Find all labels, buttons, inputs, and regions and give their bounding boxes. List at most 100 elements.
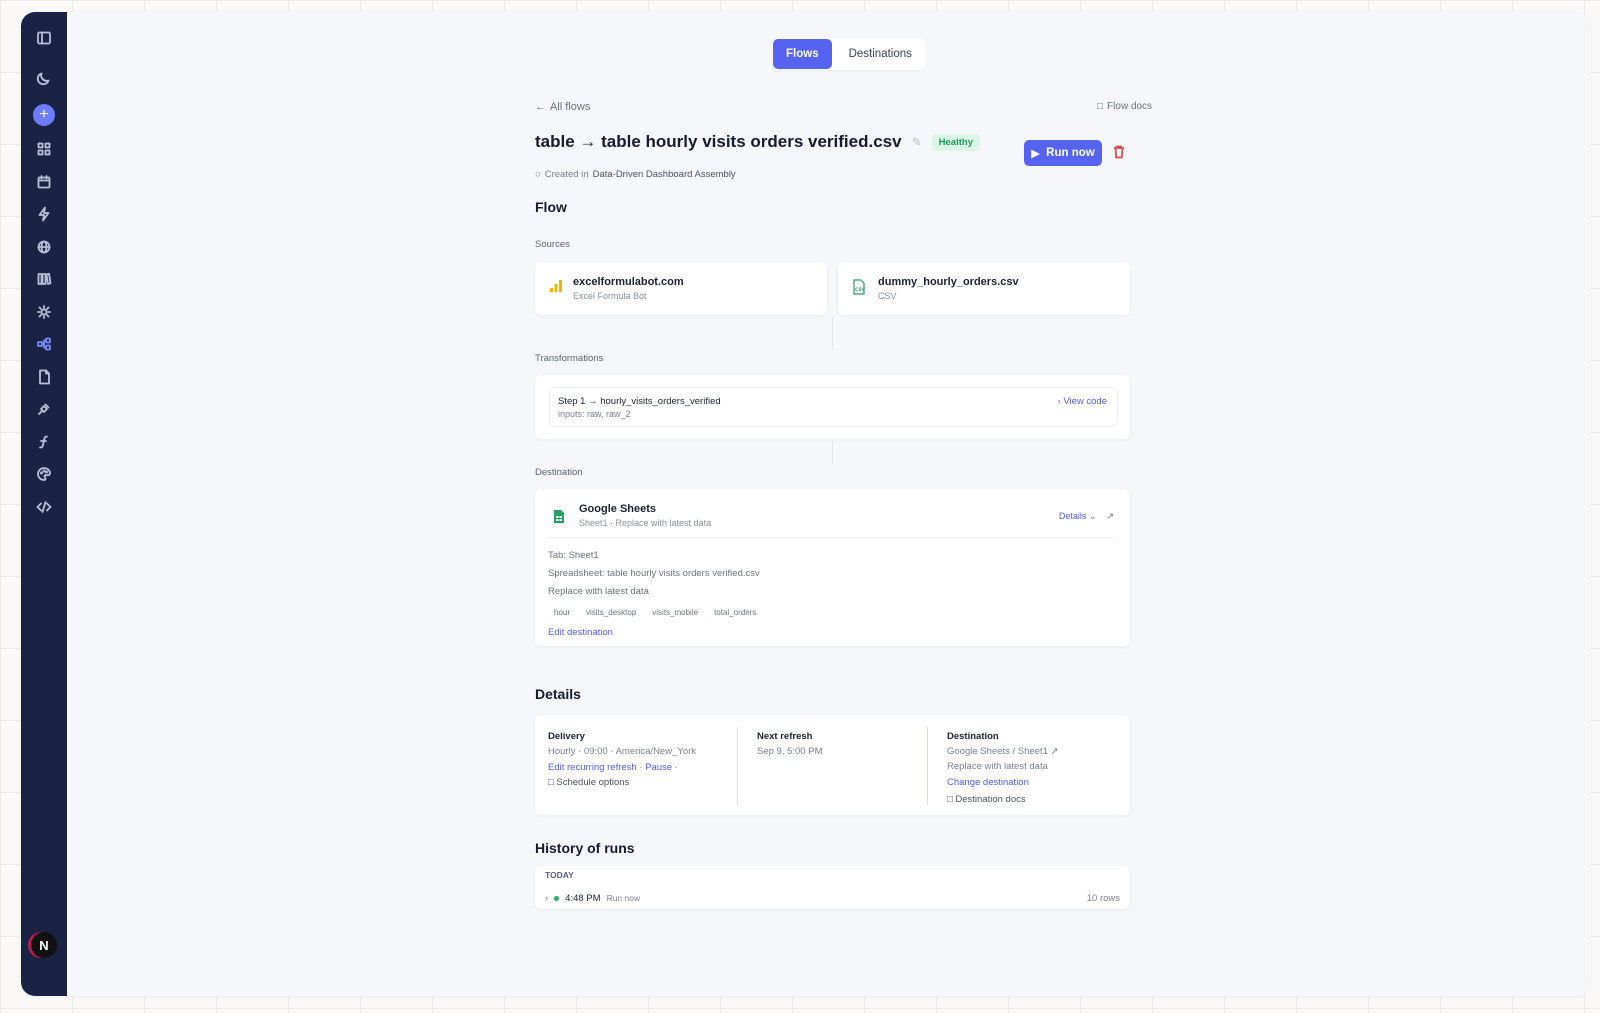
transformation-step[interactable]: Step 1 → hourly_visits_orders_verified i… [549, 387, 1118, 427]
pencil-icon[interactable]: ✎ [912, 135, 922, 149]
status-badge: Healthy [931, 133, 980, 151]
book-icon: □ [1097, 101, 1104, 112]
column-divider [927, 727, 928, 805]
pause-link[interactable]: Pause [645, 762, 672, 773]
sidebar: + N [21, 12, 67, 996]
details-heading: Details [535, 686, 581, 702]
flows-icon[interactable] [32, 332, 56, 356]
history-card: TODAY › 4:48 PM Run now 10 rows [535, 866, 1130, 909]
table-row[interactable]: › 4:48 PM Run now 10 rows [545, 890, 1120, 906]
column-chip: total_orders [714, 608, 757, 617]
delivery-column: Delivery Hourly · 09:00 · America/New_Yo… [548, 731, 697, 790]
avatar-initial: N [39, 937, 49, 953]
globe-icon[interactable] [32, 235, 56, 259]
source-card-excelformulabot[interactable]: excelformulabot.com Excel Formula Bot [535, 262, 827, 315]
destination-value: Google Sheets / Sheet1 [947, 746, 1048, 757]
step-title: Step 1 → hourly_visits_orders_verified [558, 396, 721, 407]
plus-icon: + [39, 106, 49, 123]
function-icon[interactable] [32, 430, 56, 454]
destination-name: Google Sheets [579, 503, 657, 515]
flow-connector [832, 440, 833, 464]
flow-docs-link[interactable]: □ Flow docs [1097, 101, 1152, 112]
arrow-left-icon: ← [535, 101, 546, 113]
grid-icon[interactable] [32, 137, 56, 161]
created-prefix: Created in [544, 169, 589, 180]
flow-connector [832, 316, 833, 350]
bar-chart-icon [550, 280, 562, 292]
chevron-down-icon: ⌄ [1088, 511, 1097, 521]
destination-label: Destination [535, 467, 583, 478]
app-window: + N Flows Destinations ← All flows □ Flo… [21, 12, 1591, 996]
palette-icon[interactable] [32, 462, 56, 486]
tab-bar: Flows Destinations [772, 38, 926, 70]
delivery-schedule: Hourly · 09:00 · America/New_York [548, 746, 697, 757]
user-avatar[interactable]: N [31, 932, 57, 958]
all-flows-link[interactable]: ← All flows [535, 101, 590, 113]
chevron-right-icon: › [1057, 396, 1061, 407]
details-label: Details [1058, 511, 1087, 521]
lightning-icon[interactable] [32, 202, 56, 226]
calendar-icon[interactable] [32, 170, 56, 194]
destination-head: Destination [947, 731, 999, 742]
page-title: table → table hourly visits orders verif… [535, 132, 902, 151]
run-rows: 10 rows [1086, 892, 1120, 904]
trash-icon[interactable] [1113, 145, 1127, 161]
flow-docs-label: Flow docs [1107, 101, 1153, 112]
chevron-right-icon[interactable]: › [545, 893, 548, 904]
csv-file-icon: CSV [853, 279, 866, 295]
run-trigger: Run now [606, 893, 641, 903]
column-chips: hour visits_desktop visits_mobile total_ord… [548, 602, 766, 624]
column-chip: visits_desktop [586, 608, 637, 617]
schedule-options-link[interactable]: □ Schedule options [548, 775, 696, 790]
external-link-icon[interactable]: ↗ [1106, 511, 1114, 522]
flow-heading: Flow [535, 199, 567, 215]
destination-docs-link[interactable]: □ Destination docs [947, 792, 1059, 807]
change-destination-link[interactable]: Change destination [947, 775, 1059, 790]
details-card: Delivery Hourly · 09:00 · America/New_Yo… [535, 715, 1130, 815]
delivery-head: Delivery [548, 731, 585, 742]
tab-destinations[interactable]: Destinations [836, 39, 925, 69]
source-name: dummy_hourly_orders.csv [878, 276, 1019, 288]
created-workspace: Data-Driven Dashboard Assembly [592, 169, 736, 180]
plug-icon[interactable] [32, 397, 56, 421]
view-code-link[interactable]: › View code [1058, 396, 1107, 407]
moon-icon[interactable] [32, 66, 56, 90]
edit-recurring-refresh-link[interactable]: Edit recurring refresh [548, 762, 637, 773]
details-dropdown[interactable]: Details ⌄ [1059, 511, 1097, 522]
column-chip: visits_mobile [652, 608, 699, 617]
destination-docs-label: Destination docs [955, 794, 1026, 805]
destination-card: Google Sheets Sheet1 · Replace with late… [535, 489, 1130, 646]
external-link-icon[interactable]: ↗ [1051, 746, 1059, 757]
bug-icon[interactable] [32, 300, 56, 324]
book-icon: □ [947, 794, 953, 805]
destination-column: Destination Google Sheets / Sheet1 ↗ Rep… [947, 729, 1059, 807]
source-type: Excel Formula Bot [573, 291, 647, 301]
source-type: CSV [878, 291, 897, 301]
code-icon[interactable] [32, 495, 56, 519]
status-dot [554, 895, 560, 901]
next-refresh-column: Next refresh Sep 9, 5:00 PM [757, 729, 822, 759]
library-icon[interactable] [32, 267, 56, 291]
pdf-icon[interactable] [32, 365, 56, 389]
tab-flows[interactable]: Flows [773, 39, 832, 69]
source-card-csv[interactable]: CSV dummy_hourly_orders.csv CSV [838, 262, 1130, 315]
next-refresh-value: Sep 9, 5:00 PM [757, 746, 823, 757]
destination-mode: Replace with latest data [947, 761, 1048, 772]
workspace-icon: ○ [535, 169, 541, 180]
destination-spreadsheet: Spreadsheet: table hourly visits orders … [548, 568, 760, 579]
new-item-button[interactable]: + [33, 104, 55, 126]
divider [548, 537, 1117, 538]
history-group-label: TODAY [545, 870, 574, 880]
google-sheets-icon [554, 510, 564, 523]
transformations-card: Step 1 → hourly_visits_orders_verified i… [535, 375, 1130, 439]
run-now-button[interactable]: ▶ Run now [1024, 140, 1102, 166]
book-icon: □ [548, 777, 554, 788]
edit-destination-link[interactable]: Edit destination [548, 624, 766, 642]
column-chip: hour [554, 608, 571, 617]
transformations-label: Transformations [535, 353, 604, 364]
sources-label: Sources [535, 239, 570, 250]
all-flows-label: All flows [550, 101, 591, 113]
svg-text:CSV: CSV [855, 287, 866, 293]
schedule-options-label: Schedule options [556, 777, 630, 788]
sidebar-toggle-icon[interactable] [32, 26, 56, 50]
